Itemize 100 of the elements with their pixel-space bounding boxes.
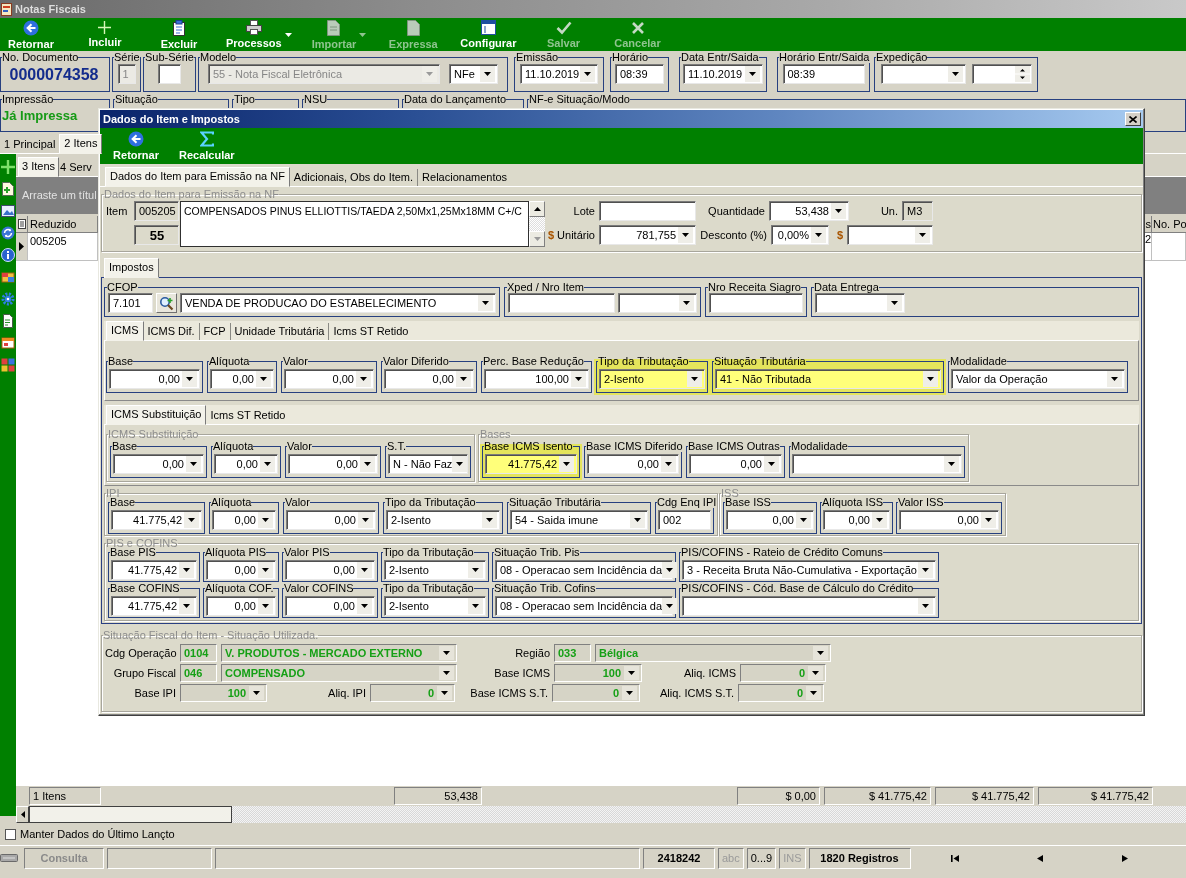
tab[interactable]: Unidade Tributária (229, 323, 329, 340)
text-field[interactable] (158, 64, 181, 84)
tab[interactable]: FCP (198, 323, 230, 340)
dropdown[interactable]: 0,00 (288, 454, 378, 474)
scrollbar[interactable] (529, 201, 545, 247)
dropdown[interactable]: 41.775,42 (111, 560, 197, 580)
dropdown[interactable]: 0,00 (113, 454, 204, 474)
toolbar-button[interactable]: Recalcular (175, 128, 239, 164)
dropdown[interactable]: 0,00 (899, 510, 999, 530)
tab[interactable]: ICMS (106, 321, 144, 341)
text-field[interactable]: 005205 (134, 201, 179, 221)
scroll-left-icon[interactable] (16, 806, 29, 823)
tab[interactable]: 1 Principal (0, 136, 60, 153)
info-icon[interactable] (1, 248, 15, 262)
dropdown[interactable] (880, 64, 966, 84)
tab[interactable]: Adicionais, Obs do Item. (289, 169, 418, 186)
toolbar-button[interactable]: Configurar (456, 18, 521, 51)
dropdown[interactable]: 100,00 (484, 369, 589, 389)
description-field[interactable]: COMPENSADOS PINUS ELLIOTTIS/TAEDA 2,50Mx1,25Mx18MM C+/C (180, 201, 529, 247)
dropdown[interactable]: 0,00 (212, 510, 276, 530)
box-icon[interactable] (1, 270, 15, 284)
tab[interactable]: ICMS Dif. (143, 323, 199, 340)
dropdown[interactable]: 781,755 (599, 225, 696, 245)
checkbox-label[interactable]: Manter Dados do Último Lançto (20, 827, 175, 841)
dropdown[interactable]: 2-Isento (386, 510, 500, 530)
dropdown[interactable]: 0,00 (206, 596, 276, 616)
tab[interactable]: 4 Serv (59, 159, 93, 176)
dropdown[interactable]: Valor da Operação (951, 369, 1125, 389)
scroll-down-icon[interactable] (529, 231, 545, 247)
dropdown[interactable]: 2-Isento (599, 369, 705, 389)
dropdown[interactable]: 0,00 (384, 369, 474, 389)
spin-arrows-icon[interactable] (1014, 66, 1030, 82)
text-field[interactable]: 55 (134, 225, 179, 245)
text-field[interactable] (599, 201, 696, 221)
dropdown[interactable]: 0,00% (771, 225, 829, 245)
tab[interactable]: Impostos (104, 258, 159, 278)
dropdown[interactable] (792, 454, 962, 474)
tab[interactable]: Dados do Item para Emissão na NF (105, 167, 290, 187)
dropdown[interactable]: 11.10.2019 (683, 64, 763, 84)
refresh-icon[interactable] (1, 226, 15, 240)
dropdown[interactable]: 53,438 (769, 201, 849, 221)
dropdown[interactable]: N - Não Faz (388, 454, 468, 474)
text-field[interactable]: M3 (902, 201, 933, 221)
dropdown[interactable]: 41.775,42 (485, 454, 577, 474)
tab[interactable]: Icms ST Retido (328, 323, 413, 340)
dropdown[interactable]: 0,00 (689, 454, 782, 474)
dropdown[interactable]: 0,00 (823, 510, 890, 530)
dropdown[interactable]: 0,00 (285, 596, 375, 616)
grid-icon[interactable] (1, 358, 15, 372)
dropdown[interactable]: 41 - Não Tributada (715, 369, 941, 389)
column-chooser-icon[interactable] (17, 219, 26, 229)
toolbar-button[interactable]: Processos (222, 18, 296, 51)
dropdown[interactable]: 0,00 (206, 560, 276, 580)
dropdown[interactable]: 0,00 (109, 369, 200, 389)
dropdown[interactable]: 54 - Saida imune (510, 510, 648, 530)
dropdown[interactable]: 0,00 (284, 369, 374, 389)
dropdown[interactable]: 0,00 (587, 454, 679, 474)
tab[interactable]: 2 Itens (59, 134, 103, 154)
text-field[interactable]: 7.101 (108, 293, 153, 313)
tab[interactable]: ICMS Substituição (106, 405, 207, 425)
dropdown[interactable]: 41.775,42 (111, 596, 197, 616)
dropdown[interactable]: 3 - Receita Bruta Não-Cumulativa - Exportação (682, 560, 936, 580)
scroll-up-icon[interactable] (529, 201, 545, 217)
toolbar-button[interactable]: Retornar (0, 18, 62, 51)
dropdown[interactable] (682, 596, 936, 616)
document-icon[interactable] (1, 314, 15, 328)
dropdown[interactable]: 2-Isento (384, 596, 486, 616)
search-button[interactable] (156, 293, 177, 313)
text-field[interactable] (508, 293, 615, 313)
scrollbar[interactable] (16, 806, 1186, 823)
text-field[interactable]: 002 (658, 510, 711, 530)
toolbar-button[interactable]: Retornar (105, 128, 167, 164)
dropdown[interactable]: 0,00 (726, 510, 814, 530)
tab[interactable]: 3 Itens (18, 157, 60, 177)
scroll-thumb[interactable] (29, 806, 232, 823)
dropdown[interactable]: 0,00 (285, 560, 375, 580)
document-icon[interactable] (1, 182, 15, 196)
dropdown[interactable]: 41.775,42 (111, 510, 202, 530)
plus-icon[interactable] (1, 160, 15, 174)
checkbox[interactable] (5, 828, 16, 840)
dropdown[interactable] (815, 293, 905, 313)
toolbar-button[interactable]: Incluir (74, 18, 136, 51)
tab[interactable]: Icms ST Retido (206, 407, 290, 424)
toolbar-button[interactable]: Excluir (148, 18, 210, 51)
column-header[interactable]: No. Po (1152, 216, 1186, 232)
dropdown[interactable] (847, 225, 933, 245)
dropdown[interactable]: NFe (449, 64, 498, 84)
text-field[interactable] (709, 293, 803, 313)
dropdown[interactable]: 2-Isento (384, 560, 486, 580)
dropdown[interactable]: 0,00 (286, 510, 376, 530)
dropdown[interactable]: 11.10.2019 (520, 64, 598, 84)
dropdown[interactable]: 0,00 (214, 454, 278, 474)
tab[interactable]: Relacionamentos (417, 169, 512, 186)
spin-field[interactable] (971, 64, 1032, 84)
text-field[interactable]: 08:39 (782, 64, 865, 84)
box-icon[interactable] (1, 336, 15, 350)
dropdown[interactable]: 0,00 (210, 369, 274, 389)
dropdown[interactable] (618, 293, 697, 313)
close-button[interactable] (1125, 112, 1141, 126)
dropdown[interactable]: VENDA DE PRODUCAO DO ESTABELECIMENTO (180, 293, 496, 313)
